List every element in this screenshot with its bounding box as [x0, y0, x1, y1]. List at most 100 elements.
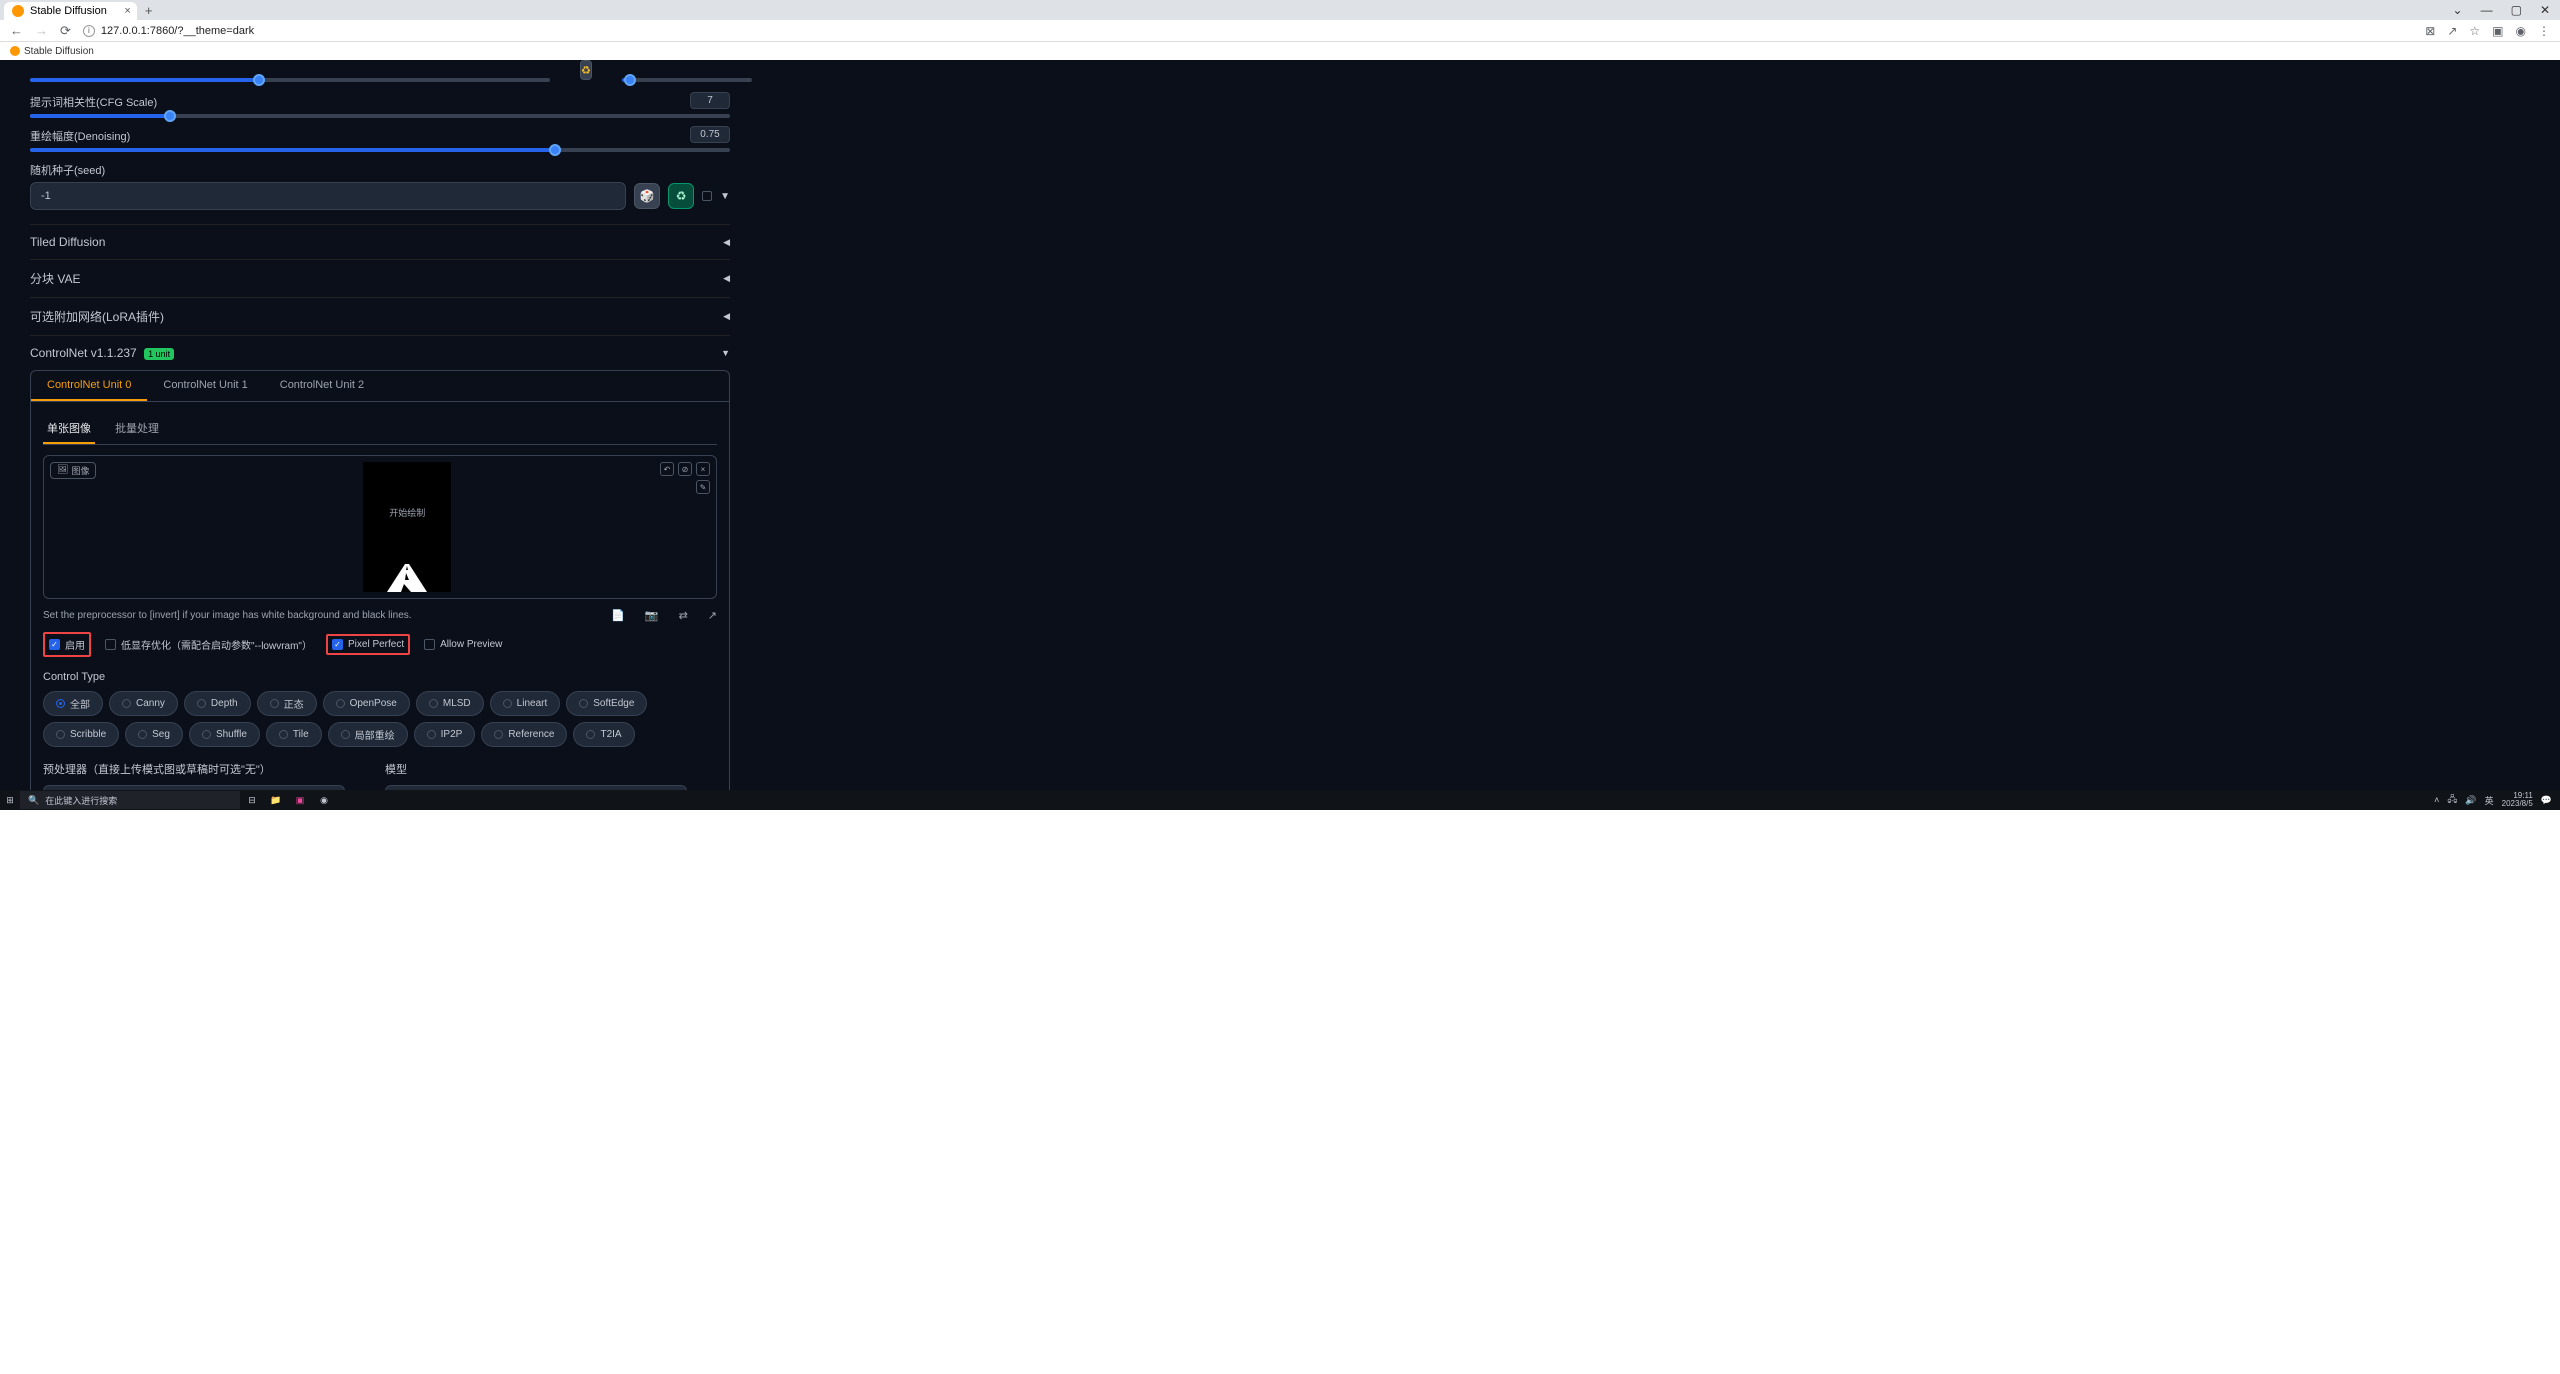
nav-reload-icon[interactable]: ⟳: [60, 23, 71, 39]
menu-icon[interactable]: ⋮: [2538, 24, 2550, 38]
send-icon[interactable]: ↗: [708, 609, 717, 622]
subtab-single[interactable]: 单张图像: [43, 414, 95, 444]
radio-dot-icon: [56, 730, 65, 739]
app-viewport[interactable]: ♻ 提示词相关性(CFG Scale) 7 重绘幅度(Denoising) 0.…: [0, 60, 2560, 790]
lowvram-checkbox[interactable]: 低显存优化（需配合启动参数"--lowvram"）: [101, 634, 316, 655]
camera-icon[interactable]: 📷: [645, 609, 659, 622]
radio-option[interactable]: OpenPose: [323, 691, 410, 716]
radio-label: OpenPose: [350, 698, 397, 709]
allow-preview-checkbox[interactable]: Allow Preview: [420, 636, 506, 653]
bookmark-link[interactable]: Stable Diffusion: [24, 46, 94, 57]
remove-icon[interactable]: ×: [696, 462, 710, 476]
bookmark-icon[interactable]: ☆: [2469, 24, 2480, 38]
steps-slider[interactable]: [30, 78, 550, 82]
radio-option[interactable]: Lineart: [490, 691, 561, 716]
expand-icon: ▼: [721, 348, 730, 358]
radio-dot-icon: [579, 699, 588, 708]
nav-forward-icon: →: [35, 23, 48, 38]
radio-option[interactable]: T2IA: [573, 722, 634, 747]
subtab-batch[interactable]: 批量处理: [111, 414, 163, 444]
accordion-label: 分块 VAE: [30, 270, 80, 287]
cfg-slider[interactable]: [30, 114, 730, 118]
denoise-slider[interactable]: [30, 148, 730, 152]
extra-expand-icon[interactable]: ▼: [720, 191, 730, 202]
accordion-controlnet[interactable]: ControlNet v1.1.237 1 unit ▼: [30, 335, 730, 370]
app-icon-pink[interactable]: ▣: [290, 790, 310, 810]
clear-icon[interactable]: ⊘: [678, 462, 692, 476]
radio-dot-icon: [122, 699, 131, 708]
extra-checkbox[interactable]: [702, 191, 712, 201]
accordion-vae[interactable]: 分块 VAE ◀: [30, 259, 730, 297]
checkbox-icon: ✓: [332, 639, 343, 650]
radio-label: Canny: [136, 698, 165, 709]
cn-unit-tab-0[interactable]: ControlNet Unit 0: [31, 371, 147, 401]
radio-label: Seg: [152, 729, 170, 740]
cfg-label: 提示词相关性(CFG Scale): [30, 94, 730, 110]
denoise-value[interactable]: 0.75: [690, 126, 730, 143]
chrome-dropdown-icon[interactable]: ⌄: [2453, 3, 2463, 17]
nav-back-icon[interactable]: ←: [10, 23, 23, 38]
tab-title: Stable Diffusion: [30, 5, 107, 17]
radio-dot-icon: [427, 730, 436, 739]
radio-dot-icon: [429, 699, 438, 708]
undo-icon[interactable]: ↶: [660, 462, 674, 476]
recycle-icon[interactable]: ♻: [580, 60, 592, 80]
radio-option[interactable]: MLSD: [416, 691, 484, 716]
radio-option[interactable]: 局部重绘: [328, 722, 408, 747]
taskbar-search[interactable]: 🔍 在此键入进行搜索: [20, 791, 240, 809]
tray-chevron-icon[interactable]: ˄: [2434, 795, 2439, 805]
tab-close-icon[interactable]: ×: [124, 5, 130, 17]
explorer-icon[interactable]: 📁: [266, 790, 286, 810]
translate-icon[interactable]: ⊠: [2425, 24, 2435, 38]
site-info-icon[interactable]: i: [83, 25, 95, 37]
bookmark-favicon: [10, 46, 20, 56]
file-icon[interactable]: 📄: [611, 609, 625, 622]
radio-dot-icon: [202, 730, 211, 739]
radio-option[interactable]: 正态: [257, 691, 317, 716]
radio-option[interactable]: Canny: [109, 691, 178, 716]
radio-option[interactable]: Reference: [481, 722, 567, 747]
radio-option[interactable]: Shuffle: [189, 722, 260, 747]
volume-icon[interactable]: 🔊: [2465, 795, 2476, 806]
url-input[interactable]: i 127.0.0.1:7860/?__theme=dark: [83, 25, 2413, 37]
radio-option[interactable]: SoftEdge: [566, 691, 647, 716]
network-icon[interactable]: 🖧: [2447, 792, 2457, 808]
profile-icon[interactable]: ◉: [2516, 24, 2526, 38]
model-select[interactable]: None ▾: [385, 785, 687, 790]
swap-icon[interactable]: ⇄: [679, 609, 688, 622]
radio-label: 正态: [284, 696, 304, 711]
ime-indicator[interactable]: 英: [2485, 794, 2494, 807]
window-maximize-icon[interactable]: ▢: [2511, 3, 2522, 17]
cn-unit-tab-1[interactable]: ControlNet Unit 1: [147, 371, 263, 401]
pencil-icon[interactable]: ✎: [696, 480, 710, 494]
system-clock[interactable]: 19:11 2023/8/5: [2502, 792, 2533, 808]
sidepanel-icon[interactable]: ▣: [2492, 24, 2503, 38]
chrome-icon[interactable]: ◉: [314, 790, 334, 810]
seed-input[interactable]: [30, 182, 626, 210]
radio-option[interactable]: 全部: [43, 691, 103, 716]
dice-icon[interactable]: 🎲: [634, 183, 660, 209]
window-minimize-icon[interactable]: ―: [2481, 3, 2493, 17]
radio-option[interactable]: Scribble: [43, 722, 119, 747]
cn-unit-tab-2[interactable]: ControlNet Unit 2: [264, 371, 380, 401]
start-button[interactable]: ⊞: [0, 795, 20, 806]
pixel-perfect-checkbox[interactable]: ✓ Pixel Perfect: [326, 634, 410, 655]
notifications-icon[interactable]: 💬: [2541, 795, 2552, 806]
share-icon[interactable]: ↗: [2447, 24, 2457, 38]
radio-option[interactable]: IP2P: [414, 722, 476, 747]
reuse-seed-icon[interactable]: ♻: [668, 183, 694, 209]
image-drop-area[interactable]: 🖼 图像 开始绘制 ↶ ⊘ × ✎: [43, 455, 717, 599]
enable-checkbox[interactable]: ✓ 启用: [43, 632, 91, 657]
radio-option[interactable]: Depth: [184, 691, 251, 716]
cfg-value[interactable]: 7: [690, 92, 730, 109]
browser-tab[interactable]: Stable Diffusion ×: [4, 2, 137, 20]
secondary-slider[interactable]: [622, 78, 752, 82]
window-close-icon[interactable]: ✕: [2540, 3, 2550, 17]
radio-option[interactable]: Tile: [266, 722, 322, 747]
radio-dot-icon: [138, 730, 147, 739]
new-tab-button[interactable]: +: [145, 3, 153, 18]
accordion-lora[interactable]: 可选附加网络(LoRA插件) ◀: [30, 297, 730, 335]
accordion-tiled-diffusion[interactable]: Tiled Diffusion ◀: [30, 224, 730, 259]
task-view-icon[interactable]: ⊟: [242, 790, 262, 810]
radio-option[interactable]: Seg: [125, 722, 183, 747]
